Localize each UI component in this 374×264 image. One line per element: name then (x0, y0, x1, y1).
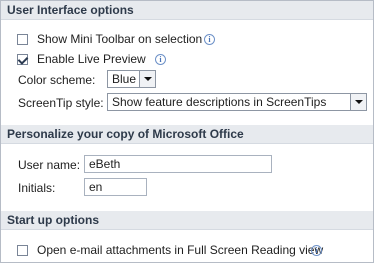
screentip-style-label: ScreenTip style: (18, 96, 104, 110)
color-scheme-label: Color scheme: (18, 73, 96, 87)
initials-row: Initials: en (1, 178, 373, 200)
email-attachments-checkbox[interactable] (17, 245, 28, 256)
mini-toolbar-row[interactable]: Show Mini Toolbar on selection i (1, 31, 373, 53)
mini-toolbar-label: Show Mini Toolbar on selection (37, 32, 203, 46)
screentip-style-row: ScreenTip style: Show feature descriptio… (1, 93, 373, 115)
chevron-down-icon[interactable] (139, 71, 155, 87)
screentip-style-value: Show feature descriptions in ScreenTips (112, 95, 327, 109)
user-name-field[interactable]: eBeth (84, 155, 272, 173)
live-preview-label: Enable Live Preview (37, 52, 146, 66)
personalize-title: Personalize your copy of Microsoft Offic… (7, 127, 244, 141)
email-attachments-label: Open e-mail attachments in Full Screen R… (37, 243, 324, 257)
initials-field[interactable]: en (84, 178, 147, 196)
info-icon[interactable]: i (311, 245, 322, 256)
ui-options-title: User Interface options (7, 3, 134, 17)
info-icon[interactable]: i (204, 34, 215, 45)
live-preview-checkbox[interactable] (17, 54, 28, 65)
user-name-row: User name: eBeth (1, 155, 373, 177)
color-scheme-row: Color scheme: Blue (1, 70, 373, 92)
startup-title: Start up options (7, 213, 99, 227)
initials-label: Initials: (18, 181, 56, 195)
color-scheme-value: Blue (112, 72, 137, 86)
options-panel: User Interface options Show Mini Toolbar… (0, 0, 374, 263)
mini-toolbar-checkbox[interactable] (17, 34, 28, 45)
ui-options-header: User Interface options (1, 1, 373, 20)
email-attachments-row[interactable]: Open e-mail attachments in Full Screen R… (1, 242, 373, 264)
user-name-label: User name: (18, 158, 81, 172)
info-icon[interactable]: i (155, 54, 166, 65)
color-scheme-select[interactable]: Blue (107, 70, 156, 88)
personalize-header: Personalize your copy of Microsoft Offic… (1, 125, 373, 144)
chevron-down-icon[interactable] (350, 94, 366, 110)
startup-header: Start up options (1, 211, 373, 230)
screentip-style-select[interactable]: Show feature descriptions in ScreenTips (107, 93, 367, 111)
